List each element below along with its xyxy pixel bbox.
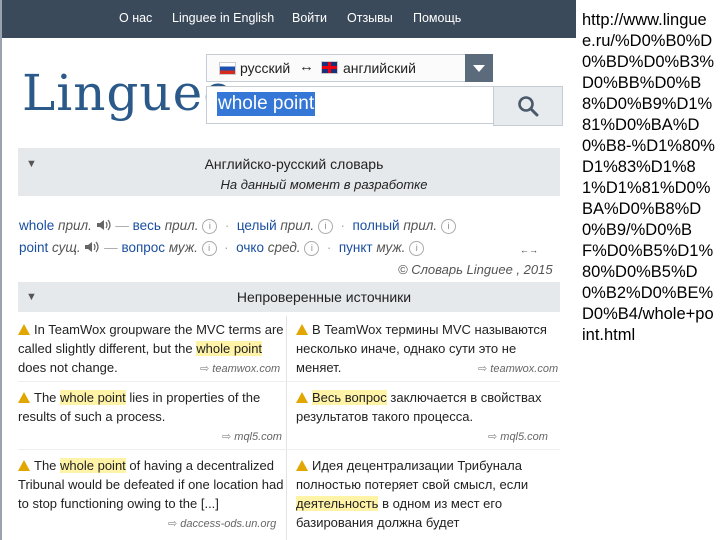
highlighted-term: деятельность [296, 496, 379, 511]
info-icon[interactable]: i [440, 219, 456, 234]
more-translations-icon[interactable]: ←→ [520, 245, 538, 255]
external-link-icon: ⇨ [478, 363, 488, 375]
external-link-icon: ⇨ [200, 363, 210, 375]
highlighted-term: whole point [60, 390, 126, 405]
top-navigation: О нас Linguee in English Войти Отзывы По… [0, 0, 576, 38]
translation[interactable]: полный [352, 218, 399, 233]
info-icon[interactable]: i [201, 241, 217, 256]
page-url: http://www.linguee.ru/%D0%B0%D0%BD%D0%B3… [582, 11, 715, 344]
source-link[interactable]: ⇨ teamwox.com [478, 362, 558, 375]
nav-about[interactable]: О нас [119, 11, 152, 25]
part-of-speech: сущ. [52, 240, 81, 256]
search-input[interactable]: whole point [206, 86, 494, 124]
warning-icon [296, 392, 308, 403]
language-dropdown-button[interactable] [465, 54, 493, 82]
translation[interactable]: очко [236, 240, 264, 255]
warning-icon [18, 324, 30, 335]
speaker-icon[interactable] [84, 240, 100, 257]
part-of-speech: сред. [267, 240, 301, 256]
unverified-section-header[interactable]: ▼ Непроверенные источники [18, 282, 560, 312]
translation[interactable]: вопрос [121, 240, 165, 255]
highlighted-term: whole point [60, 458, 126, 473]
warning-icon [296, 460, 308, 471]
search-icon [518, 96, 539, 117]
separator: — [104, 240, 118, 256]
headword[interactable]: point [19, 240, 48, 255]
dictionary-subtitle: На данный момент в разработке [220, 177, 428, 192]
warning-icon [18, 460, 30, 471]
row-divider [18, 381, 560, 382]
browser-window: О нас Linguee in English Войти Отзывы По… [0, 0, 576, 540]
part-of-speech: прил. [280, 218, 315, 234]
separator: · [336, 218, 349, 234]
separator: · [220, 240, 233, 256]
url-panel: http://www.linguee.ru/%D0%B0%D0%BD%D0%B3… [576, 0, 720, 540]
example-russian: Весь вопрос заключается в свойствах резу… [296, 390, 542, 424]
russian-flag-icon [219, 62, 236, 75]
translation[interactable]: целый [237, 218, 277, 233]
info-icon[interactable]: i [317, 219, 333, 234]
highlighted-term: Весь вопрос [312, 390, 387, 405]
external-link-icon: ⇨ [222, 431, 232, 443]
part-of-speech: прил. [403, 218, 438, 234]
info-icon[interactable]: i [409, 241, 425, 256]
warning-icon [296, 324, 308, 335]
example-russian: Идея децентрализации Трибунала полностью… [296, 458, 529, 530]
translation[interactable]: пункт [339, 240, 373, 255]
source-link[interactable]: ⇨ daccess-ods.un.org [168, 517, 276, 530]
speaker-icon[interactable] [96, 218, 112, 235]
row-divider [18, 449, 560, 450]
part-of-speech: прил. [58, 218, 92, 234]
linguee-logo[interactable]: Linguee [22, 64, 234, 122]
nav-login[interactable]: Войти [292, 11, 327, 25]
english-flag-icon [321, 61, 338, 74]
dictionary-title: Английско-русский словарь [204, 156, 384, 172]
source-link[interactable]: ⇨ mql5.com [488, 430, 548, 443]
column-divider [286, 316, 287, 540]
chevron-down-icon [473, 65, 485, 72]
external-link-icon: ⇨ [488, 431, 498, 443]
search-query: whole point [217, 92, 316, 116]
part-of-speech: муж. [376, 240, 406, 256]
source-link[interactable]: ⇨ mql5.com [222, 430, 282, 443]
nav-reviews[interactable]: Отзывы [347, 11, 393, 25]
translation[interactable]: весь [133, 218, 161, 233]
headword[interactable]: whole [19, 218, 54, 233]
dictionary-row: point сущ. — вопрос муж. i · очко сред. … [19, 240, 425, 257]
separator: · [221, 218, 234, 234]
nav-help[interactable]: Помощь [413, 11, 461, 25]
info-icon[interactable]: i [202, 219, 218, 234]
separator: — [115, 218, 129, 234]
window-border [0, 0, 2, 540]
separator: · [323, 240, 336, 256]
swap-languages-icon[interactable]: ↔ [299, 58, 314, 75]
example-english: The whole point of having a decentralize… [18, 458, 284, 511]
warning-icon [18, 392, 30, 403]
dictionary-row: whole прил. — весь прил. i · целый прил.… [19, 218, 456, 235]
highlighted-term: whole point [196, 341, 263, 356]
info-icon[interactable]: i [304, 241, 320, 256]
nav-english[interactable]: Linguee in English [172, 11, 274, 25]
example-english: The whole point lies in properties of th… [18, 390, 261, 424]
source-link[interactable]: ⇨ teamwox.com [200, 362, 280, 375]
external-link-icon: ⇨ [168, 518, 178, 530]
part-of-speech: прил. [164, 218, 199, 234]
part-of-speech: муж. [168, 240, 198, 256]
target-language: английский [343, 60, 416, 76]
dictionary-copyright: © Словарь Linguee , 2015 [398, 262, 553, 277]
dictionary-section-header[interactable]: ▼ Английско-русский словарь На данный мо… [18, 148, 560, 196]
search-button[interactable] [493, 86, 563, 126]
source-language: русский [240, 60, 291, 76]
unverified-title: Непроверенные источники [236, 289, 412, 305]
